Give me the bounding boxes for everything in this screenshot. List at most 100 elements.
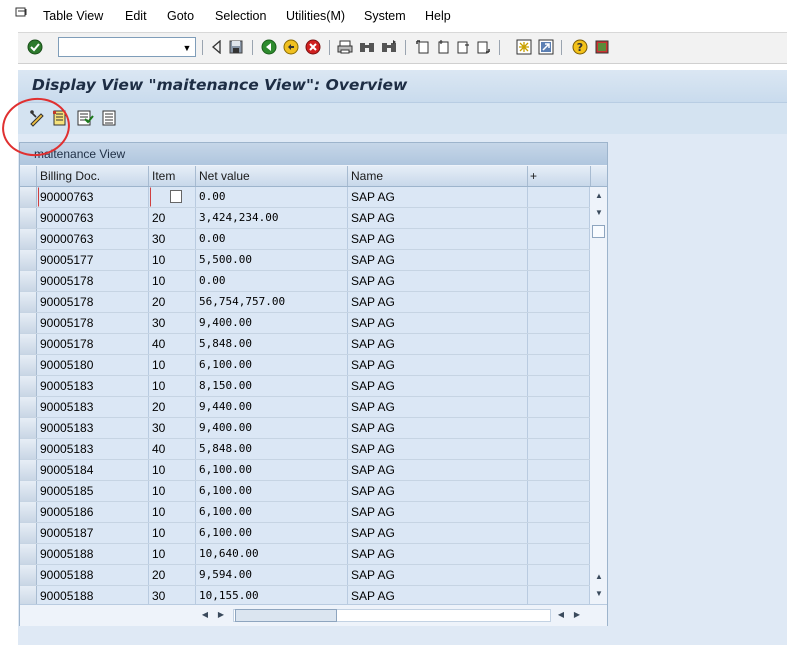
cell-name[interactable]: SAP AG: [348, 544, 528, 564]
row-selector[interactable]: [20, 376, 37, 396]
row-selector[interactable]: [20, 544, 37, 564]
cell-extra[interactable]: [528, 460, 590, 480]
table-row[interactable]: 90005184 10 6,100.00 SAP AG: [20, 460, 590, 481]
row-selector[interactable]: [20, 313, 37, 333]
cell-item[interactable]: 30: [149, 586, 196, 606]
green-back-icon[interactable]: [260, 38, 278, 56]
cell-extra[interactable]: [528, 313, 590, 333]
cell-item[interactable]: 10: [149, 250, 196, 270]
cell-net-value[interactable]: 5,848.00: [196, 334, 348, 354]
scroll-left-icon[interactable]: ◀: [556, 610, 566, 620]
table-row[interactable]: 90005183 30 9,400.00 SAP AG: [20, 418, 590, 439]
cell-name[interactable]: SAP AG: [348, 334, 528, 354]
cell-billing-doc[interactable]: 90005183: [37, 439, 149, 459]
cancel-icon[interactable]: [304, 38, 322, 56]
table-row[interactable]: 90005178 30 9,400.00 SAP AG: [20, 313, 590, 334]
scroll-thumb[interactable]: [592, 225, 605, 238]
column-header-billing-doc[interactable]: Billing Doc.: [37, 166, 149, 186]
cell-net-value[interactable]: 0.00: [196, 187, 348, 207]
table-row[interactable]: 90005188 10 10,640.00 SAP AG: [20, 544, 590, 565]
menu-edit[interactable]: Edit: [125, 9, 147, 23]
cell-name[interactable]: SAP AG: [348, 418, 528, 438]
column-header-name[interactable]: Name: [348, 166, 528, 186]
cell-net-value[interactable]: 5,500.00: [196, 250, 348, 270]
row-selector[interactable]: [20, 250, 37, 270]
cell-item[interactable]: 20: [149, 208, 196, 228]
cell-billing-doc[interactable]: 90005188: [37, 565, 149, 585]
cell-net-value[interactable]: 0.00: [196, 271, 348, 291]
row-selector[interactable]: [20, 397, 37, 417]
row-selector[interactable]: [20, 502, 37, 522]
row-selector[interactable]: [20, 586, 37, 606]
cell-item[interactable]: 10: [149, 376, 196, 396]
cell-net-value[interactable]: 6,100.00: [196, 460, 348, 480]
save-icon[interactable]: [227, 38, 245, 56]
cell-name[interactable]: SAP AG: [348, 502, 528, 522]
cell-extra[interactable]: [528, 229, 590, 249]
cell-item[interactable]: 10: [149, 271, 196, 291]
table-row[interactable]: 90005178 10 0.00 SAP AG: [20, 271, 590, 292]
cell-item[interactable]: 10: [149, 544, 196, 564]
cell-extra[interactable]: [528, 376, 590, 396]
chevron-down-icon[interactable]: ▼: [180, 41, 194, 55]
cell-extra[interactable]: [528, 586, 590, 606]
cell-name[interactable]: SAP AG: [348, 565, 528, 585]
table-row[interactable]: 90005178 40 5,848.00 SAP AG: [20, 334, 590, 355]
cell-net-value[interactable]: 9,400.00: [196, 313, 348, 333]
table-row[interactable]: 90005180 10 6,100.00 SAP AG: [20, 355, 590, 376]
cell-name[interactable]: SAP AG: [348, 229, 528, 249]
scroll-up-icon[interactable]: ▲: [594, 191, 604, 201]
row-selector[interactable]: [20, 334, 37, 354]
menu-help[interactable]: Help: [425, 9, 451, 23]
cell-net-value[interactable]: 9,440.00: [196, 397, 348, 417]
cell-extra[interactable]: [528, 334, 590, 354]
cell-billing-doc[interactable]: 90000763: [37, 208, 149, 228]
table-row[interactable]: 90005183 40 5,848.00 SAP AG: [20, 439, 590, 460]
cell-billing-doc[interactable]: 90005183: [37, 397, 149, 417]
row-selector[interactable]: [20, 187, 37, 207]
deselect-all-icon[interactable]: [100, 109, 118, 127]
column-header-item[interactable]: Item: [149, 166, 196, 186]
cell-net-value[interactable]: 6,100.00: [196, 502, 348, 522]
cell-name[interactable]: SAP AG: [348, 355, 528, 375]
cell-name[interactable]: SAP AG: [348, 187, 528, 207]
cell-extra[interactable]: [528, 250, 590, 270]
previous-page-icon[interactable]: [434, 38, 452, 56]
cell-item[interactable]: 20: [149, 565, 196, 585]
enter-icon[interactable]: [26, 38, 44, 56]
cell-name[interactable]: SAP AG: [348, 460, 528, 480]
cell-net-value[interactable]: 8,150.00: [196, 376, 348, 396]
table-row[interactable]: 90005177 10 5,500.00 SAP AG: [20, 250, 590, 271]
cell-name[interactable]: SAP AG: [348, 250, 528, 270]
cell-item[interactable]: 30: [149, 418, 196, 438]
cell-extra[interactable]: [528, 355, 590, 375]
horizontal-scrollbar[interactable]: ◀ ▶ ◀ ▶: [20, 604, 607, 626]
last-page-icon[interactable]: [474, 38, 492, 56]
cell-billing-doc[interactable]: 90005178: [37, 271, 149, 291]
cell-billing-doc[interactable]: 90005187: [37, 523, 149, 543]
menu-selection[interactable]: Selection: [215, 9, 266, 23]
cell-net-value[interactable]: 10,155.00: [196, 586, 348, 606]
table-row[interactable]: 90005185 10 6,100.00 SAP AG: [20, 481, 590, 502]
column-header-net-value[interactable]: Net value: [196, 166, 348, 186]
row-selector[interactable]: [20, 208, 37, 228]
cell-name[interactable]: SAP AG: [348, 397, 528, 417]
cell-net-value[interactable]: 10,640.00: [196, 544, 348, 564]
system-menu-icon[interactable]: [15, 6, 31, 20]
cell-billing-doc[interactable]: 90005178: [37, 313, 149, 333]
cell-extra[interactable]: [528, 271, 590, 291]
cell-extra[interactable]: [528, 481, 590, 501]
cell-billing-doc[interactable]: 90005183: [37, 418, 149, 438]
vertical-scrollbar[interactable]: ▲ ▼ ▲ ▼: [591, 187, 607, 603]
menu-table-view[interactable]: Table View: [43, 9, 103, 23]
cell-net-value[interactable]: 6,100.00: [196, 481, 348, 501]
cell-net-value[interactable]: 3,424,234.00: [196, 208, 348, 228]
row-selector[interactable]: [20, 439, 37, 459]
cell-net-value[interactable]: 5,848.00: [196, 439, 348, 459]
table-row[interactable]: 90005183 10 8,150.00 SAP AG: [20, 376, 590, 397]
cell-extra[interactable]: [528, 208, 590, 228]
table-row[interactable]: 90000763 0.00 SAP AG: [20, 187, 590, 208]
help-icon[interactable]: ?: [571, 38, 589, 56]
select-all-rows-button[interactable]: [20, 166, 37, 186]
cell-billing-doc[interactable]: 90000763: [37, 229, 149, 249]
